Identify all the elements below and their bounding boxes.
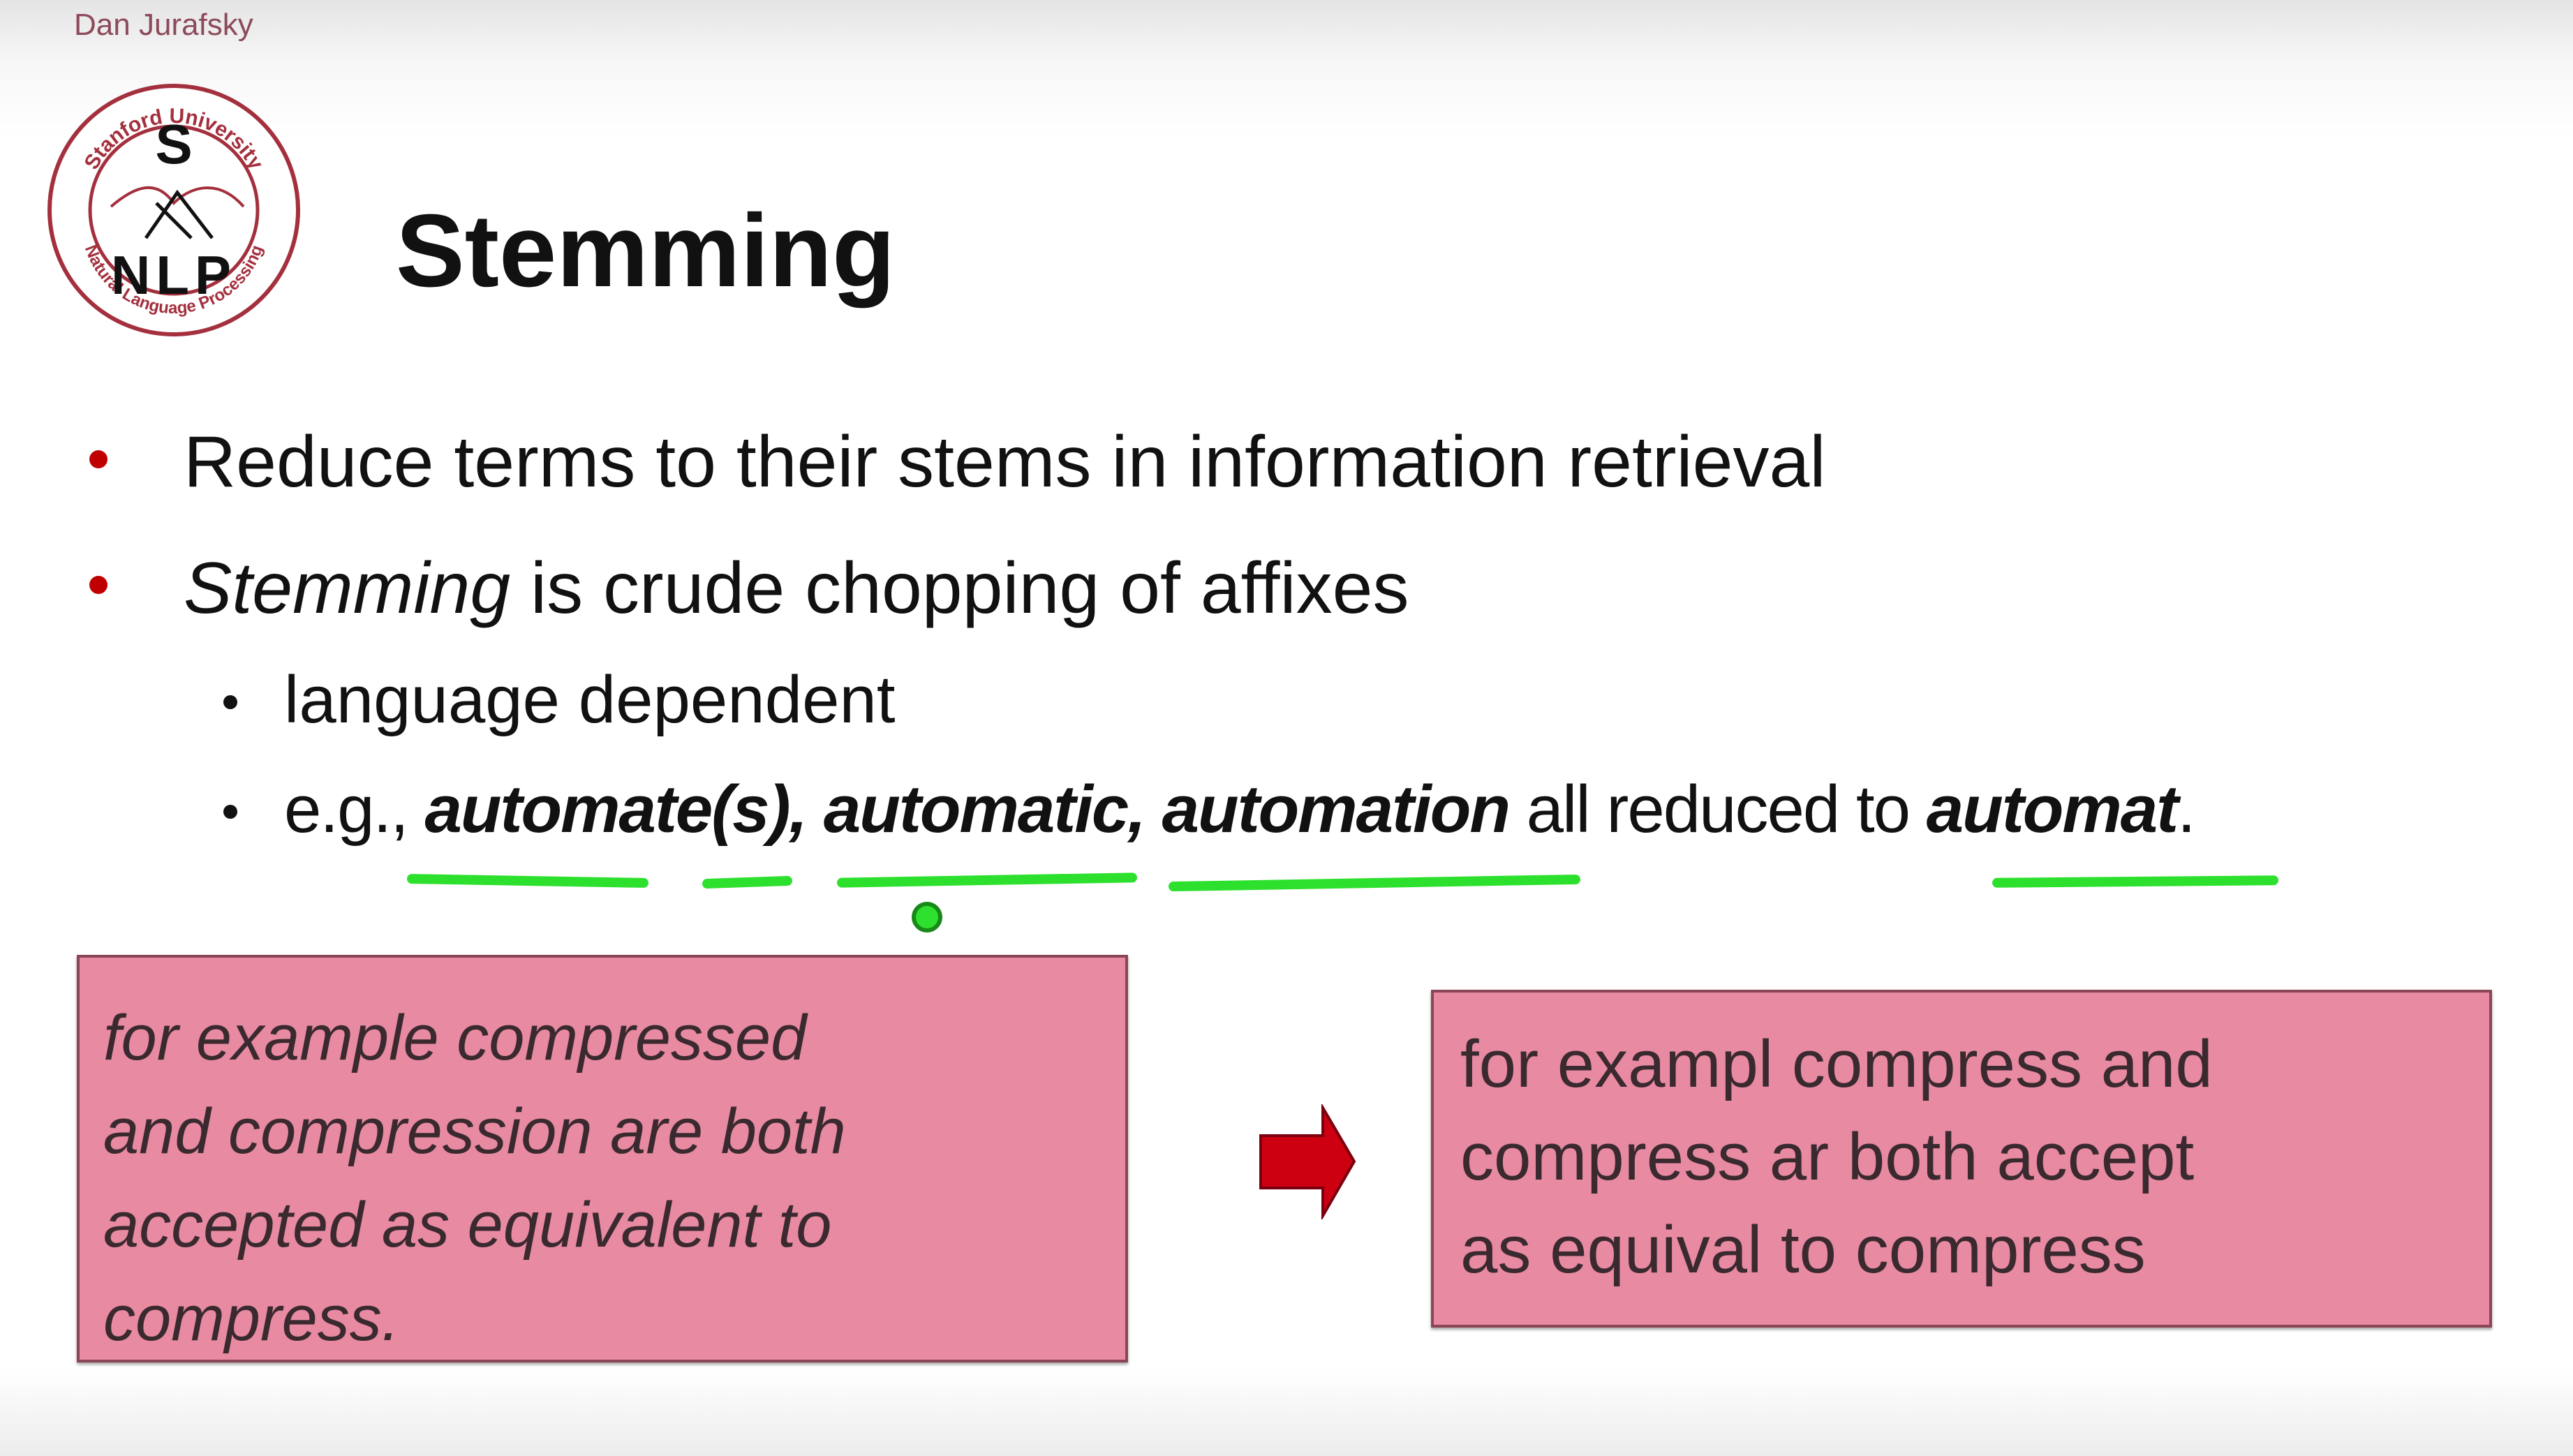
stemmed-line: for exampl compress and — [1460, 1027, 2213, 1101]
original-line: for example compressed — [103, 1002, 807, 1074]
original-text-box: for example compressed and compression a… — [77, 955, 1128, 1362]
sub-bullet-1: language dependent — [284, 662, 896, 737]
sub-bullet-dot — [223, 805, 237, 819]
sub-bullet-2: e.g., automate(s), automatic, automation… — [284, 776, 2196, 843]
original-line: accepted as equivalent to — [103, 1189, 832, 1261]
original-text: for example compressed and compression a… — [103, 991, 846, 1365]
slide-title: Stemming — [396, 193, 896, 309]
middle-text: all reduced to — [1508, 772, 1927, 847]
annotation-underline — [1992, 875, 2279, 888]
svg-text:NLP: NLP — [111, 244, 237, 306]
suffix: . — [2177, 772, 2196, 847]
svg-text:S: S — [155, 113, 192, 175]
right-arrow-icon — [1259, 1104, 1356, 1219]
bullet-1: Reduce terms to their stems in informati… — [184, 422, 1826, 503]
bullet-2: Stemming is crude chopping of affixes — [184, 552, 1409, 625]
bullet-2-term: Stemming — [184, 548, 511, 629]
annotation-underline — [1168, 874, 1581, 892]
bullet-dot — [89, 576, 107, 594]
annotation-underline — [836, 872, 1138, 888]
stemmed-line: as equival to compress — [1460, 1212, 2146, 1287]
annotation-underline — [406, 873, 649, 889]
bullet-2-text: is crude chopping of affixes — [510, 548, 1409, 629]
prefix: e.g., — [284, 772, 425, 847]
annotation-dot — [912, 902, 942, 933]
original-line: compress. — [103, 1283, 400, 1354]
stemmed-text: for exampl compress and compress ar both… — [1460, 1018, 2213, 1296]
bullet-dot — [89, 450, 107, 468]
author-name: Dan Jurafsky — [74, 8, 253, 42]
stem-word: automat — [1926, 772, 2179, 847]
stemmed-text-box: for exampl compress and compress ar both… — [1431, 990, 2492, 1328]
example-words: automate(s), automatic, automation — [424, 772, 1510, 847]
stanford-nlp-logo: Stanford University Natural Language Pro… — [47, 84, 300, 336]
original-line: and compression are both — [103, 1096, 846, 1167]
stemmed-line: compress ar both accept — [1460, 1120, 2195, 1194]
sub-bullet-dot — [223, 695, 237, 709]
annotation-underline — [702, 875, 793, 889]
